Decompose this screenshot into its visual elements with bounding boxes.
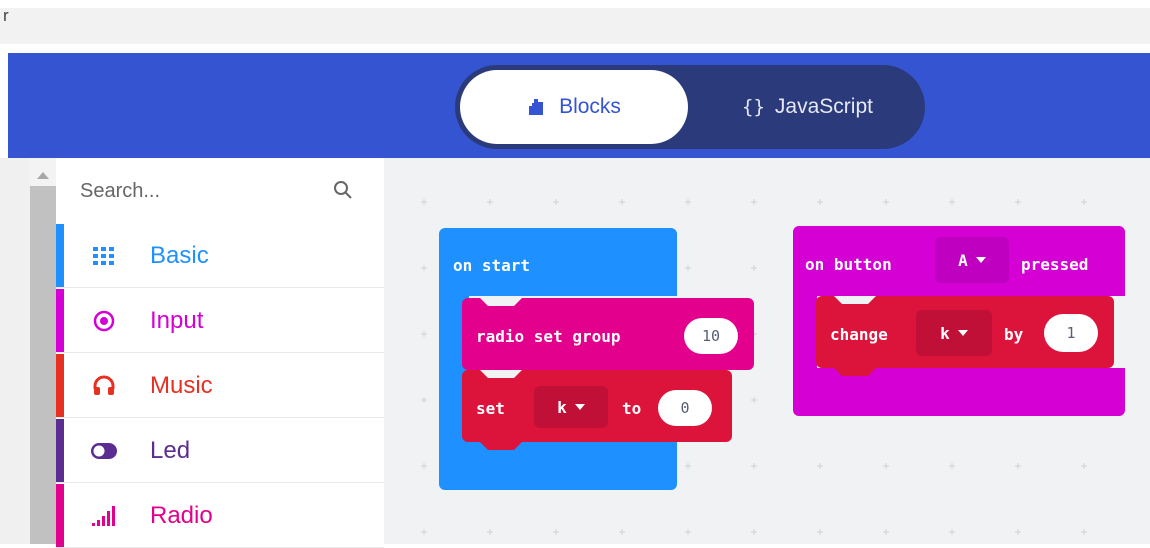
puzzle-icon [529, 99, 544, 115]
address-bar [0, 8, 1150, 44]
toggle-icon [90, 437, 118, 465]
radio-set-group-block[interactable]: radio set group 10 [462, 298, 754, 370]
change-variable-dropdown[interactable]: k [916, 310, 992, 356]
category-color-stripe [56, 289, 64, 352]
category-music[interactable]: Music [56, 354, 384, 418]
editor-mode-toggle: Blocks {} JavaScript [455, 65, 925, 149]
toolbox: Basic Input Music [56, 158, 384, 548]
by-label: by [1004, 325, 1024, 344]
variable-name: k [557, 397, 567, 417]
on-start-label: on start [453, 256, 531, 275]
to-label: to [622, 399, 642, 418]
dropdown-caret-icon [574, 404, 585, 410]
category-color-stripe [56, 419, 64, 482]
category-label: Radio [150, 502, 213, 529]
toolbox-scrollbar[interactable] [30, 158, 56, 544]
search-input[interactable] [78, 174, 322, 208]
tab-javascript[interactable]: {} JavaScript [695, 70, 920, 144]
search-icon[interactable] [333, 180, 353, 200]
grid-icon [90, 242, 118, 270]
change-label: change [830, 325, 888, 344]
signal-bars-icon [90, 502, 118, 530]
tab-blocks-label: Blocks [559, 95, 621, 118]
pressed-label: pressed [1021, 255, 1089, 274]
category-color-stripe [56, 484, 64, 547]
braces-icon: {} [742, 96, 765, 118]
target-icon [90, 307, 118, 335]
dropdown-caret-icon [975, 257, 986, 263]
change-value-input[interactable]: 1 [1044, 314, 1098, 352]
tab-blocks[interactable]: Blocks [460, 70, 688, 144]
group-number-input[interactable]: 10 [684, 318, 738, 354]
button-dropdown[interactable]: A [935, 237, 1009, 283]
dropdown-caret-icon [957, 330, 968, 336]
scrollbar-thumb[interactable] [30, 186, 56, 544]
category-color-stripe [56, 354, 64, 417]
category-label: Basic [150, 242, 209, 269]
category-input[interactable]: Input [56, 289, 384, 353]
category-led[interactable]: Led [56, 419, 384, 483]
category-basic[interactable]: Basic [56, 224, 384, 288]
set-variable-block[interactable]: set k to 0 [462, 370, 732, 450]
tab-javascript-label: JavaScript [774, 95, 873, 118]
variable-dropdown[interactable]: k [534, 386, 608, 428]
category-label: Led [150, 437, 191, 464]
button-name: A [958, 250, 968, 270]
headphones-icon [90, 372, 118, 400]
change-variable-block[interactable]: change k by 1 [816, 296, 1114, 376]
blocks-workspace[interactable]: on start radio set group 10 set k to 0 o… [384, 158, 1150, 544]
radio-set-group-label: radio set group [476, 327, 621, 346]
scroll-up-arrow-icon[interactable] [37, 172, 49, 179]
left-gutter [0, 158, 30, 544]
change-variable-name: k [940, 323, 950, 343]
category-color-stripe [56, 224, 64, 287]
set-value-input[interactable]: 0 [658, 390, 712, 426]
set-label: set [476, 399, 505, 418]
category-label: Music [150, 372, 213, 399]
toolbox-search [56, 158, 384, 224]
on-button-label: on button [805, 255, 892, 274]
category-label: Input [150, 307, 204, 334]
category-radio[interactable]: Radio [56, 484, 384, 548]
editor-header: Blocks {} JavaScript [8, 53, 1150, 158]
address-fragment: r [3, 6, 9, 25]
browser-top-strip: r [0, 0, 1150, 50]
